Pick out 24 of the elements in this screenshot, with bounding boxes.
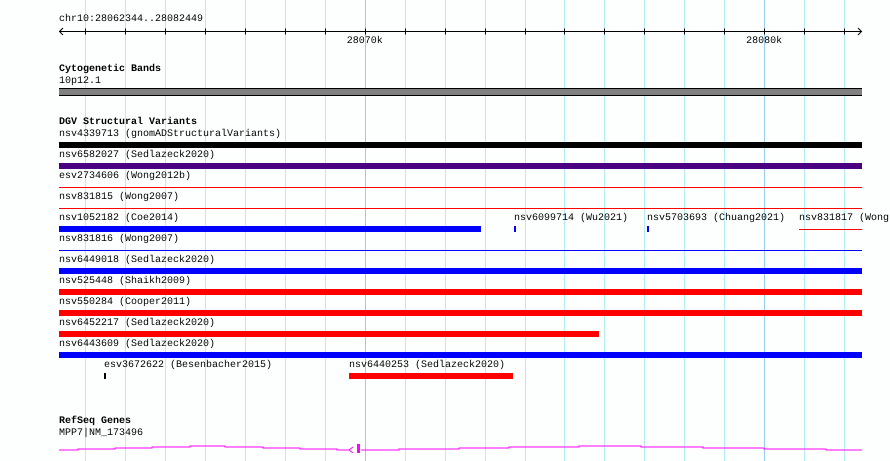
variant-label: esv2734606 (Wong2012b) — [59, 171, 192, 183]
variant-label: nsv6099714 (Wu2021) — [514, 213, 628, 225]
tick-label: 28080k — [746, 36, 782, 48]
variant-label: nsv6443609 (Sedlazeck2020) — [59, 339, 216, 351]
variant-label: nsv4339713 (gnomADStructuralVariants) — [59, 129, 282, 141]
variant-label: nsv525448 (Shaikh2009) — [59, 276, 192, 288]
variant-label: nsv1052182 (Coe2014) — [59, 213, 180, 225]
variant-label: nsv5703693 (Chuang2021) — [647, 213, 786, 225]
track-title: RefSeq Genes — [59, 416, 132, 428]
variant-label: nsv831815 (Wong2007) — [59, 192, 180, 204]
variant-label: nsv6582027 (Sedlazeck2020) — [59, 150, 216, 162]
variant-label: nsv6452217 (Sedlazeck2020) — [59, 318, 216, 330]
variant-label: nsv6440253 (Sedlazeck2020) — [349, 360, 506, 372]
gene-label: MPP7|NM_173496 — [59, 428, 144, 440]
variant-label: esv3672622 (Besenbacher2015) — [104, 360, 272, 372]
variant-label: nsv831816 (Wong2007) — [59, 234, 180, 246]
track-title: DGV Structural Variants — [59, 117, 198, 128]
band-label: 10p12.1 — [59, 76, 102, 88]
tick-label: 28070k — [346, 36, 383, 48]
location-label: chr10:28062344..28082449 — [59, 14, 204, 26]
variant-label: nsv6449018 (Sedlazeck2020) — [59, 255, 216, 267]
variant-label: nsv550284 (Cooper2011) — [59, 297, 192, 309]
track-title: Cytogenetic Bands — [59, 64, 162, 76]
variant-label: nsv831817 (Wong — [799, 213, 890, 225]
